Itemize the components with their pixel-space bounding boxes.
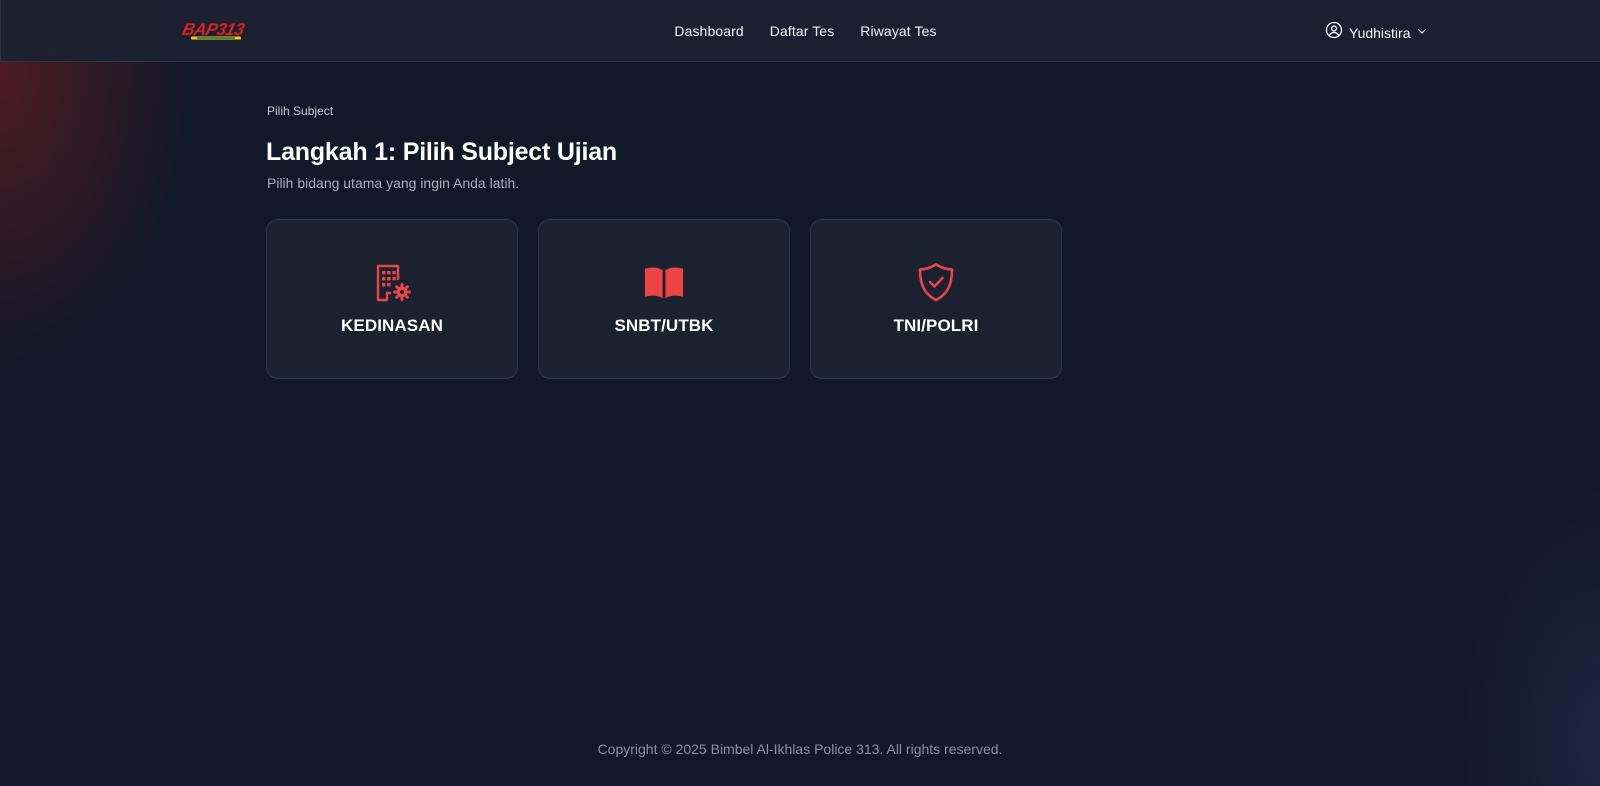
user-name: Yudhistira: [1349, 24, 1411, 41]
shield-check-icon: [916, 262, 956, 302]
subject-card-tni-polri[interactable]: TNI/POLRI: [810, 219, 1062, 379]
subject-cards: KEDINASAN SNBT/UTBK TNI/POLRI: [266, 219, 1062, 379]
subject-card-snbt-utbk[interactable]: SNBT/UTBK: [538, 219, 790, 379]
subject-card-kedinasan[interactable]: KEDINASAN: [266, 219, 518, 379]
nav-dashboard[interactable]: Dashboard: [674, 23, 743, 39]
nav-riwayat-tes[interactable]: Riwayat Tes: [860, 23, 936, 39]
background-glow: [0, 0, 1600, 786]
breadcrumb: Pilih Subject: [267, 104, 334, 118]
page-subtitle: Pilih bidang utama yang ingin Anda latih…: [267, 175, 520, 191]
nav-daftar-tes[interactable]: Daftar Tes: [770, 23, 835, 39]
user-menu-button[interactable]: Yudhistira: [1325, 21, 1428, 44]
building-gear-icon: [372, 262, 412, 302]
subject-label: SNBT/UTBK: [614, 316, 714, 335]
navbar: BAP313 Dashboard Daftar Tes Riwayat Tes …: [0, 0, 1600, 62]
footer-copyright: Copyright © 2025 Bimbel Al-Ikhlas Police…: [597, 741, 1003, 757]
user-circle-icon: [1325, 21, 1343, 44]
open-book-icon: [644, 262, 684, 302]
page-title: Langkah 1: Pilih Subject Ujian: [266, 138, 618, 166]
chevron-down-icon: [1416, 24, 1428, 42]
subject-label: KEDINASAN: [341, 316, 443, 335]
subject-label: TNI/POLRI: [893, 316, 979, 335]
